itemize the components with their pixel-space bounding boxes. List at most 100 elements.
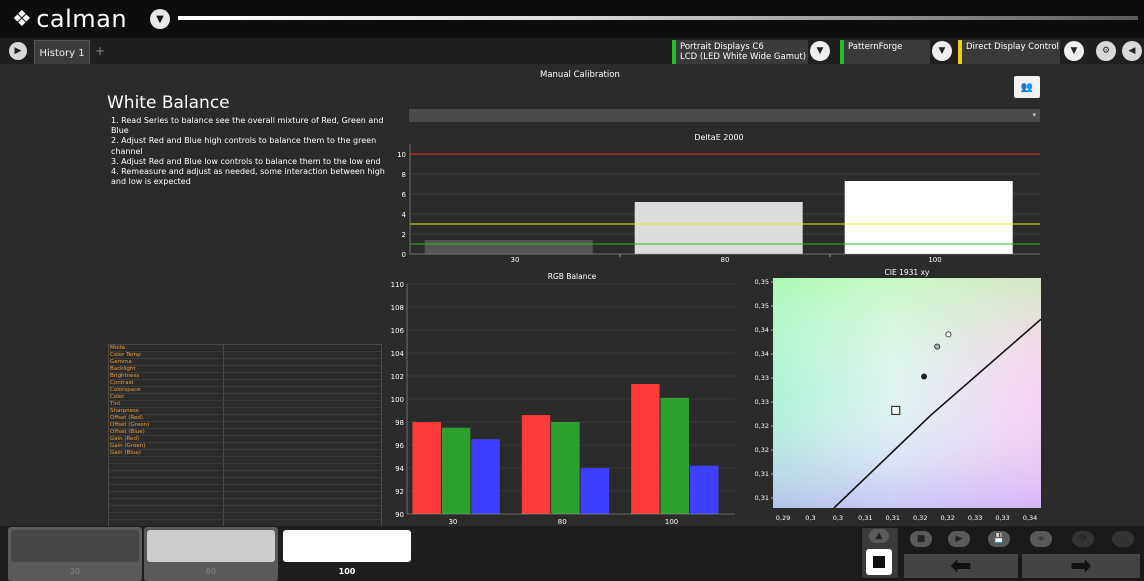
add-tab-button[interactable]: + (95, 44, 105, 58)
measure-button[interactable] (866, 549, 892, 575)
table-row: Color (109, 394, 381, 401)
stop-icon[interactable]: ■ (910, 531, 932, 547)
x-tick-label: 0,33 (968, 514, 982, 522)
table-row: Colorspace (109, 387, 381, 394)
series-select[interactable]: ▾ (409, 109, 1040, 122)
expand-left-icon[interactable]: ▶ (9, 42, 27, 60)
instruction-step: 1. Read Series to balance see the overal… (111, 116, 384, 136)
instruction-step: 3. Adjust Red and Blue low controls to b… (111, 156, 381, 166)
bar (631, 384, 660, 514)
meter-device[interactable]: Portrait Displays C6 LCD (LED White Wide… (672, 40, 808, 64)
pattern-device[interactable]: PatternForge (840, 40, 930, 64)
collapse-right-icon[interactable]: ◀ (1122, 41, 1142, 61)
chevron-down-icon: ▾ (1032, 111, 1036, 119)
y-tick-label: 6 (402, 191, 407, 199)
measured-point (934, 343, 941, 350)
swatch-label: 100 (338, 567, 356, 576)
table-row (109, 513, 381, 520)
rgb-balance-chart: RGB Balance 90 92 94 96 98 100 102 104 106 108 110… (391, 272, 735, 526)
y-tick-label: 0,32 (755, 422, 769, 430)
y-tick-label: 0,32 (755, 446, 769, 454)
swatch-100[interactable]: 100 (280, 527, 414, 581)
table-row (109, 499, 381, 506)
table-row (109, 492, 381, 499)
table-row: Color Temp (109, 352, 381, 359)
y-tick-label: 0,31 (755, 494, 769, 502)
table-row: Contrast (109, 380, 381, 387)
y-tick-label: 104 (391, 350, 405, 358)
page-title: Manual Calibration (540, 70, 620, 80)
stop-square-icon (873, 556, 885, 568)
settings-gear-icon[interactable]: ⚙ (1096, 41, 1116, 61)
save-icon[interactable]: 💾 (988, 531, 1010, 547)
instruction-step: 2. Adjust Red and Blue high controls to … (111, 136, 377, 156)
swatch-30[interactable]: 30 (8, 527, 142, 581)
swatch-color (147, 530, 275, 562)
bar (580, 468, 610, 514)
logo-text: calman (36, 5, 128, 33)
section-heading: White Balance (107, 93, 230, 113)
table-row: Gamma (109, 359, 381, 366)
bar (412, 422, 441, 514)
display-device[interactable]: Direct Display Control (958, 40, 1060, 64)
instruction-step: 4. Remeasure and adjust as needed, some … (111, 167, 385, 187)
play-icon[interactable]: ▶ (948, 531, 970, 547)
table-row: Offset (Red) (109, 415, 381, 422)
y-tick-label: 0,34 (755, 350, 769, 358)
right-arrow-icon: ➡ (1070, 551, 1092, 581)
x-tick-label: 80 (558, 518, 567, 526)
y-tick-label: 0,31 (755, 470, 769, 478)
group-icon[interactable]: 👥 (1014, 76, 1040, 98)
table-row (109, 464, 381, 471)
meter-mode: LCD (LED White Wide Gamut) (680, 52, 807, 62)
chart-title: CIE 1931 xy (885, 268, 930, 277)
bar (634, 202, 803, 254)
table-row: Mode (109, 345, 381, 352)
display-dropdown-icon[interactable]: ▼ (1064, 41, 1084, 61)
table-row: Tint (109, 401, 381, 408)
bar (551, 422, 580, 514)
meter-name: Portrait Displays C6 (680, 42, 764, 52)
x-tick-label: 0,34 (1023, 514, 1037, 522)
y-tick-label: 10 (397, 151, 406, 159)
swatch-80[interactable]: 80 (144, 527, 278, 581)
y-tick-label: 94 (395, 465, 404, 473)
table-row (109, 457, 381, 464)
next-button[interactable]: ➡ (1022, 551, 1140, 581)
progress-line (178, 16, 1138, 20)
y-tick-label: 2 (402, 231, 406, 239)
up-arrow-icon[interactable]: ▲ (869, 529, 889, 543)
bar (689, 465, 719, 514)
y-tick-label: 0,33 (755, 374, 769, 382)
pattern-dropdown-icon[interactable]: ▼ (932, 41, 952, 61)
deltae-chart: DeltaE 2000 0 2 4 6 8 10 30 80 100 (397, 133, 1040, 262)
swatch-color (283, 530, 411, 562)
y-tick-label: 108 (391, 304, 404, 312)
tab-history-1[interactable]: History 1 (34, 40, 90, 65)
x-tick-label: 0,29 (776, 514, 790, 522)
previous-button[interactable]: ⬅ (904, 551, 1018, 581)
table-row (109, 485, 381, 492)
table-row: Sharpness (109, 408, 381, 415)
display-name: Direct Display Control (966, 42, 1059, 52)
readings-table: Mode Color Temp Gamma Backlight Brightness Co… (108, 344, 382, 528)
y-tick-label: 102 (391, 373, 404, 381)
table-row (109, 506, 381, 513)
measured-point (945, 331, 952, 338)
app-menu-dropdown[interactable]: ▼ (150, 9, 170, 29)
y-tick-label: 0,35 (755, 302, 769, 310)
measured-point (921, 373, 928, 380)
y-tick-label: 8 (402, 171, 406, 179)
refresh-icon[interactable]: ⟳ (1072, 531, 1094, 547)
x-tick-label: 0,32 (913, 514, 927, 522)
logo-mark-icon: ❖ (12, 6, 33, 32)
target-marker (891, 405, 901, 415)
y-tick-label: 0,34 (755, 326, 769, 334)
loop-icon[interactable]: ∞ (1030, 531, 1052, 547)
meter-dropdown-icon[interactable]: ▼ (810, 41, 830, 61)
y-tick-label: 96 (395, 442, 404, 450)
x-tick-label: 0,31 (886, 514, 900, 522)
table-row (109, 478, 381, 485)
bar (844, 181, 1013, 254)
table-row: Backlight (109, 366, 381, 373)
